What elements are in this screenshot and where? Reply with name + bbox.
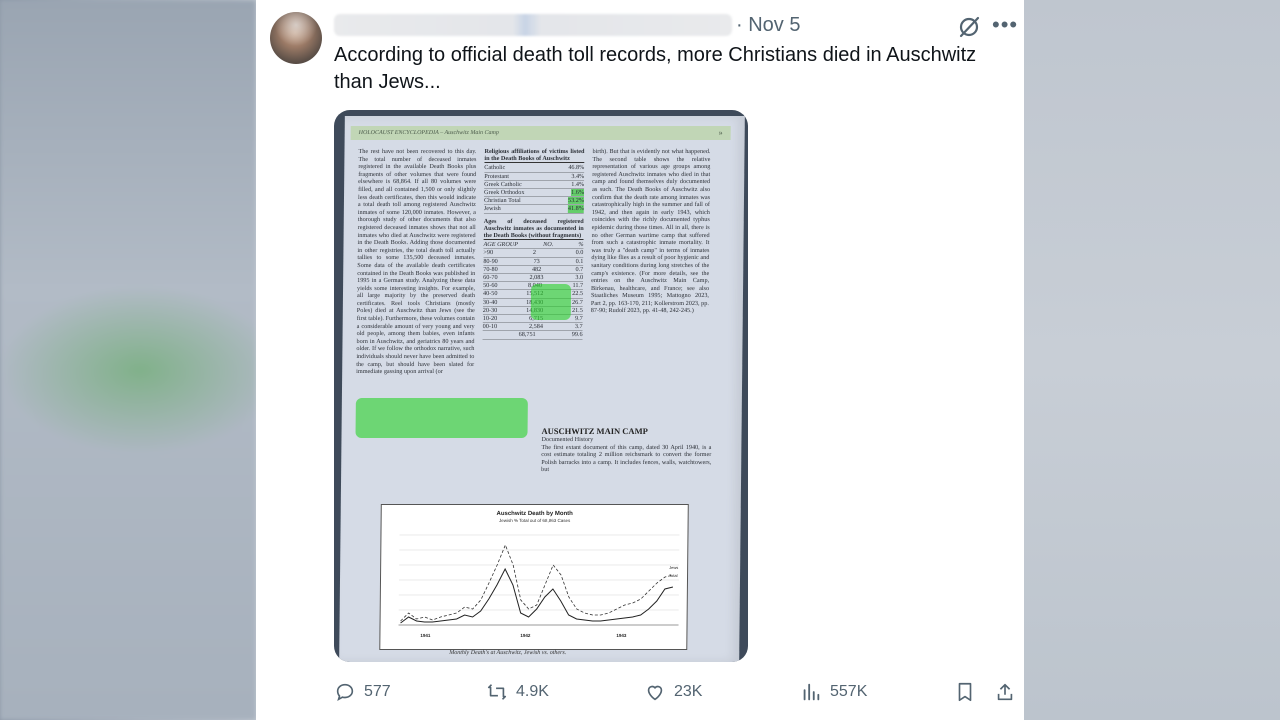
share-button[interactable]	[994, 680, 1024, 704]
section-text: The first extant document of this camp, …	[541, 443, 712, 474]
section-subtitle: Documented History	[541, 436, 594, 443]
date-label: Nov 5	[748, 14, 801, 36]
post-date[interactable]: · Nov 5	[736, 14, 800, 37]
page-header-chevron: »	[718, 128, 723, 137]
table-row: >90 2 0.0	[483, 249, 584, 258]
share-icon	[997, 683, 1013, 701]
heart-icon	[647, 685, 663, 701]
author-name-redacted[interactable]	[334, 14, 732, 36]
like-button[interactable]: 23K	[644, 680, 702, 704]
section-block: AUSCHWITZ MAIN CAMP Documented History T…	[541, 422, 712, 512]
year-label: 1943	[616, 633, 627, 638]
reply-button[interactable]: 577	[334, 680, 391, 704]
views-icon	[803, 683, 820, 701]
repost-icon	[487, 684, 507, 700]
table-row: Christian Total 53.2%	[483, 197, 585, 206]
year-label: 1941	[420, 633, 431, 638]
section-title: AUSCHWITZ MAIN CAMP	[541, 426, 648, 436]
chart-gridlines	[398, 534, 680, 611]
repost-button[interactable]: 4.9K	[486, 680, 549, 704]
bookmark-button[interactable]	[954, 680, 984, 704]
table-row: 00-10 2,584 3.7	[482, 323, 583, 332]
text-column-1: The rest have not been recovered to this…	[356, 148, 477, 376]
highlighter-mark	[355, 398, 528, 438]
table-row: Catholic 46.8%	[484, 164, 585, 173]
date-separator: ·	[736, 14, 743, 36]
post-text: According to official death toll records…	[334, 44, 977, 93]
embedded-chart: Auschwitz Death by Month Jewish % Total …	[379, 504, 689, 650]
more-options-icon[interactable]: •••	[992, 14, 1018, 40]
book-page: HOLOCAUST ENCYCLOPEDIA – Auschwitz Main …	[339, 116, 745, 662]
background-blur-right	[1024, 0, 1280, 720]
table-row: Greek Orthodox 1.6%	[484, 189, 585, 198]
legend-total: Total	[669, 573, 678, 578]
table-row: Jewish 41.8%	[483, 205, 584, 214]
post-image[interactable]: HOLOCAUST ENCYCLOPEDIA – Auschwitz Main …	[334, 110, 748, 662]
chart-subtitle: Jewish % Total out of 68,863 Cases	[499, 518, 571, 523]
page-header-text: HOLOCAUST ENCYCLOPEDIA – Auschwitz Main …	[358, 130, 499, 136]
table-row: 70-80 482 0.7	[483, 265, 584, 275]
legend-jews: Jews	[669, 565, 678, 570]
table-row: 80-90 73 0.1	[483, 257, 584, 266]
repost-count: 4.9K	[516, 683, 549, 700]
table1-title: Religious affiliations of victims listed…	[484, 148, 585, 164]
grok-icon[interactable]	[956, 14, 982, 40]
background-blur-left	[0, 0, 256, 720]
table-row: Greek Catholic 1.4%	[484, 180, 585, 190]
year-label: 1942	[520, 633, 531, 638]
like-count: 23K	[674, 683, 703, 700]
reply-icon	[336, 683, 354, 702]
bookmark-icon	[958, 682, 972, 702]
table2-title: Ages of deceased registered Auschwitz in…	[483, 217, 584, 241]
series-jews-line	[400, 567, 674, 624]
views-count: 557K	[830, 683, 868, 700]
table-row: 60-70 2,083 3.0	[483, 274, 584, 283]
post-card[interactable]: · Nov 5 ••• According to official death …	[256, 0, 1024, 720]
avatar[interactable]	[270, 12, 322, 64]
table-header-row: AGE GROUP NO.%	[483, 241, 584, 250]
table-total-row: 68,751 99.6	[482, 331, 583, 340]
views-button[interactable]: 557K	[800, 680, 867, 704]
table-row: Protestant 3.4%	[484, 172, 585, 181]
highlighter-mark	[530, 284, 572, 320]
reply-count: 577	[364, 683, 391, 700]
tables-column: Religious affiliations of victims listed…	[482, 148, 585, 416]
chart-title: Auschwitz Death by Month	[496, 511, 573, 517]
text-column-3: birth). But that is evidently not what h…	[590, 148, 711, 315]
series-total-line	[400, 543, 674, 622]
page-header: HOLOCAUST ENCYCLOPEDIA – Auschwitz Main …	[350, 126, 731, 140]
chart-caption: Monthly Death's at Auschwitz, Jewish vs.…	[449, 650, 567, 656]
